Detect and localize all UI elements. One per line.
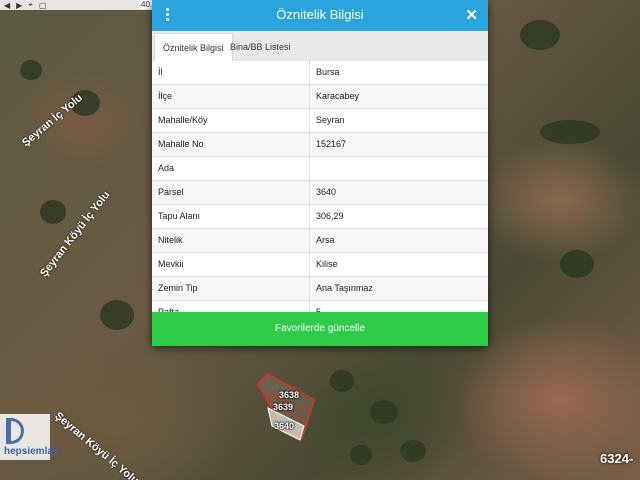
toolbar-icon[interactable]: ◀ [4, 1, 10, 10]
row-value: 152167 [316, 139, 347, 149]
road-label: Şeyran Köyü İç Yolu [52, 410, 141, 480]
row-value: Kilise [316, 259, 338, 269]
row-key: Mahalle/Köy [152, 109, 310, 132]
toolbar-icon[interactable]: ▶ [16, 1, 22, 10]
row-value: 3640 [316, 187, 337, 197]
attribute-dialog: Öznitelik Bilgisi ✕ Öznitelik Bilgisi Bi… [152, 0, 488, 346]
row-key: Tapu Alanı [152, 205, 310, 228]
corner-number: 6324- [600, 451, 634, 466]
table-row: Nitelik Arsa [152, 229, 488, 253]
map-tree [520, 20, 560, 50]
map-tree [100, 300, 134, 330]
row-value [310, 157, 488, 180]
parcel-label: 3639 [273, 402, 294, 412]
row-value: Ana Taşınmaz [316, 283, 373, 293]
dialog-tabs: Öznitelik Bilgisi Bina/BB Listesi [152, 31, 488, 62]
table-row: İlçe Karacabey [152, 85, 488, 109]
row-key: Parsel [152, 181, 310, 204]
parcel-label: 3638 [279, 390, 300, 400]
map-tree [560, 250, 594, 278]
attribute-table: İl Bursa İlçe Karacabey Mahalle/Köy Seyran … [152, 61, 488, 325]
tab-attribute-info[interactable]: Öznitelik Bilgisi [154, 33, 233, 62]
map-tree [540, 120, 600, 144]
toolbar-icon[interactable]: ⌖ [28, 0, 33, 10]
row-value: Karacabey [316, 91, 360, 101]
table-row: Mevkii Kilise [152, 253, 488, 277]
row-value: Bursa [316, 67, 340, 77]
table-row: Ada [152, 157, 488, 181]
map-tree [40, 200, 66, 224]
table-row: Zemin Tip Ana Taşınmaz [152, 277, 488, 301]
dialog-title: Öznitelik Bilgisi [276, 7, 364, 22]
close-icon[interactable]: ✕ [465, 6, 478, 24]
logo-text: hepsiemlak [4, 446, 59, 457]
row-key: Nitelik [152, 229, 310, 252]
row-key: İlçe [152, 85, 310, 108]
map-tree [20, 60, 42, 80]
row-value: 306,29 [316, 211, 344, 221]
table-row: Mahalle/Köy Seyran [152, 109, 488, 133]
row-key: Mevkii [152, 253, 310, 276]
map-tree [330, 370, 354, 392]
brand-logo: hepsiemlak [0, 414, 58, 460]
row-key: İl [152, 61, 310, 84]
table-row: Parsel 3640 [152, 181, 488, 205]
road-label: Şeyran İç Yolu [20, 91, 86, 150]
parcel-label: 3640 [274, 421, 295, 431]
logo-mark-icon [6, 418, 24, 444]
row-value: Seyran [316, 115, 345, 125]
tab-building-list[interactable]: Bina/BB Listesi [222, 33, 299, 61]
map-tree [350, 445, 372, 465]
row-value: Arsa [316, 235, 335, 245]
row-key: Zemin Tip [152, 277, 310, 300]
map-tree [370, 400, 398, 424]
dialog-header: Öznitelik Bilgisi ✕ [152, 0, 488, 31]
row-key: Mahalle No [152, 133, 310, 156]
table-row: Mahalle No 152167 [152, 133, 488, 157]
table-row: Tapu Alanı 306,29 [152, 205, 488, 229]
map-toolbar: ◀ ▶ ⌖ ▢ [0, 0, 152, 10]
update-favorites-button[interactable]: Favorilerde güncelle [152, 312, 488, 346]
row-key: Ada [152, 157, 310, 180]
toolbar-icon[interactable]: ▢ [39, 1, 47, 10]
table-row: İl Bursa [152, 61, 488, 85]
map-tree [400, 440, 426, 462]
